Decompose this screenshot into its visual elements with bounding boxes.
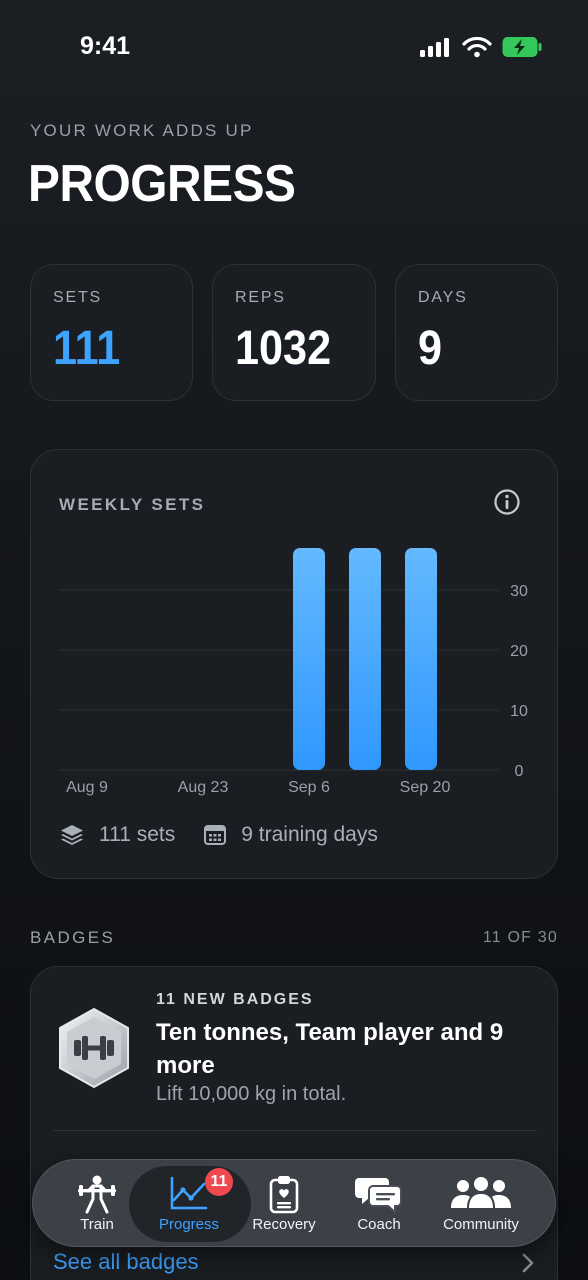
- chart-title: WEEKLY SETS: [59, 495, 206, 514]
- y-tick-label: 10: [510, 703, 528, 720]
- x-tick-label: Aug 23: [178, 779, 229, 796]
- bar-sep-20[interactable]: [405, 548, 437, 770]
- status-bar: 9:41: [0, 0, 588, 96]
- progress-notification-badge: 11: [205, 1168, 233, 1196]
- stat-card-sets[interactable]: SETS 111: [30, 264, 193, 401]
- chart-footer: 111 sets 9 training days: [59, 822, 378, 848]
- x-tick-label: Aug 9: [66, 779, 108, 796]
- tab-train[interactable]: Train: [55, 1160, 139, 1248]
- tab-community[interactable]: Community: [431, 1160, 531, 1248]
- x-tick-label: Sep 6: [288, 779, 330, 796]
- divider: [53, 1130, 537, 1131]
- battery-charging-icon: [502, 37, 542, 57]
- weightlifter-icon: [78, 1175, 116, 1214]
- calendar-icon: [204, 825, 227, 845]
- bar-sep-13[interactable]: [349, 548, 381, 770]
- tab-coach[interactable]: Coach: [337, 1160, 421, 1248]
- footer-days-text: 9 training days: [241, 823, 378, 846]
- page-title: PROGRESS: [28, 155, 296, 213]
- footer-days: 9 training days: [203, 823, 378, 847]
- badge-description: Lift 10,000 kg in total.: [156, 1083, 347, 1105]
- stat-label: REPS: [235, 289, 286, 306]
- footer-sets-text: 111 sets: [99, 823, 176, 846]
- y-tick-label: 20: [510, 643, 528, 660]
- tab-label: Coach: [357, 1216, 401, 1233]
- wifi-icon: [462, 36, 492, 58]
- cellular-signal-icon: [420, 38, 449, 57]
- badges-count: 11 OF 30: [482, 929, 558, 946]
- tab-bar: Train Progress 11 Recovery Coach Communi…: [32, 1159, 556, 1247]
- stat-card-reps[interactable]: REPS 1032: [212, 264, 376, 401]
- see-all-badges-link[interactable]: See all badges: [53, 1249, 199, 1275]
- tab-recovery[interactable]: Recovery: [241, 1160, 327, 1248]
- stat-value: 9: [418, 322, 443, 375]
- bar-sep-6[interactable]: [293, 548, 325, 770]
- status-time: 9:41: [80, 32, 131, 60]
- stat-card-days[interactable]: DAYS 9: [395, 264, 558, 401]
- dumbbell-badge-icon: [59, 1007, 129, 1089]
- status-icons: [420, 36, 542, 58]
- y-tick-label: 0: [515, 763, 524, 780]
- clipboard-heart-icon: [269, 1176, 299, 1214]
- tab-label: Progress: [158, 1216, 220, 1233]
- page-eyebrow: YOUR WORK ADDS UP: [30, 121, 254, 140]
- trend-chart-icon: [170, 1176, 208, 1210]
- chat-bubbles-icon: [355, 1178, 402, 1214]
- y-tick-label: 30: [510, 583, 528, 600]
- chevron-right-icon[interactable]: [520, 1252, 536, 1274]
- badge-eyebrow: 11 NEW BADGES: [156, 991, 314, 1008]
- layers-icon: [61, 825, 83, 845]
- x-tick-label: Sep 20: [400, 779, 451, 796]
- footer-sets: 111 sets: [59, 822, 175, 848]
- tab-label: Recovery: [252, 1216, 316, 1233]
- tab-label: Community: [443, 1216, 519, 1233]
- stat-label: SETS: [53, 289, 102, 306]
- tab-label: Train: [80, 1216, 114, 1233]
- badge-title: Ten tonnes, Team player and 9 more: [156, 1019, 504, 1079]
- stat-label: DAYS: [418, 289, 468, 306]
- badges-section-title: BADGES: [30, 928, 116, 947]
- stat-value: 111: [53, 322, 121, 375]
- stat-value: 1032: [235, 322, 332, 375]
- people-group-icon: [451, 1177, 511, 1208]
- weekly-sets-card[interactable]: 0 10 20 30 Aug 9 Aug 23 Sep 6 Sep 20 WEEKLY SET…: [30, 449, 558, 879]
- info-icon[interactable]: [493, 488, 521, 516]
